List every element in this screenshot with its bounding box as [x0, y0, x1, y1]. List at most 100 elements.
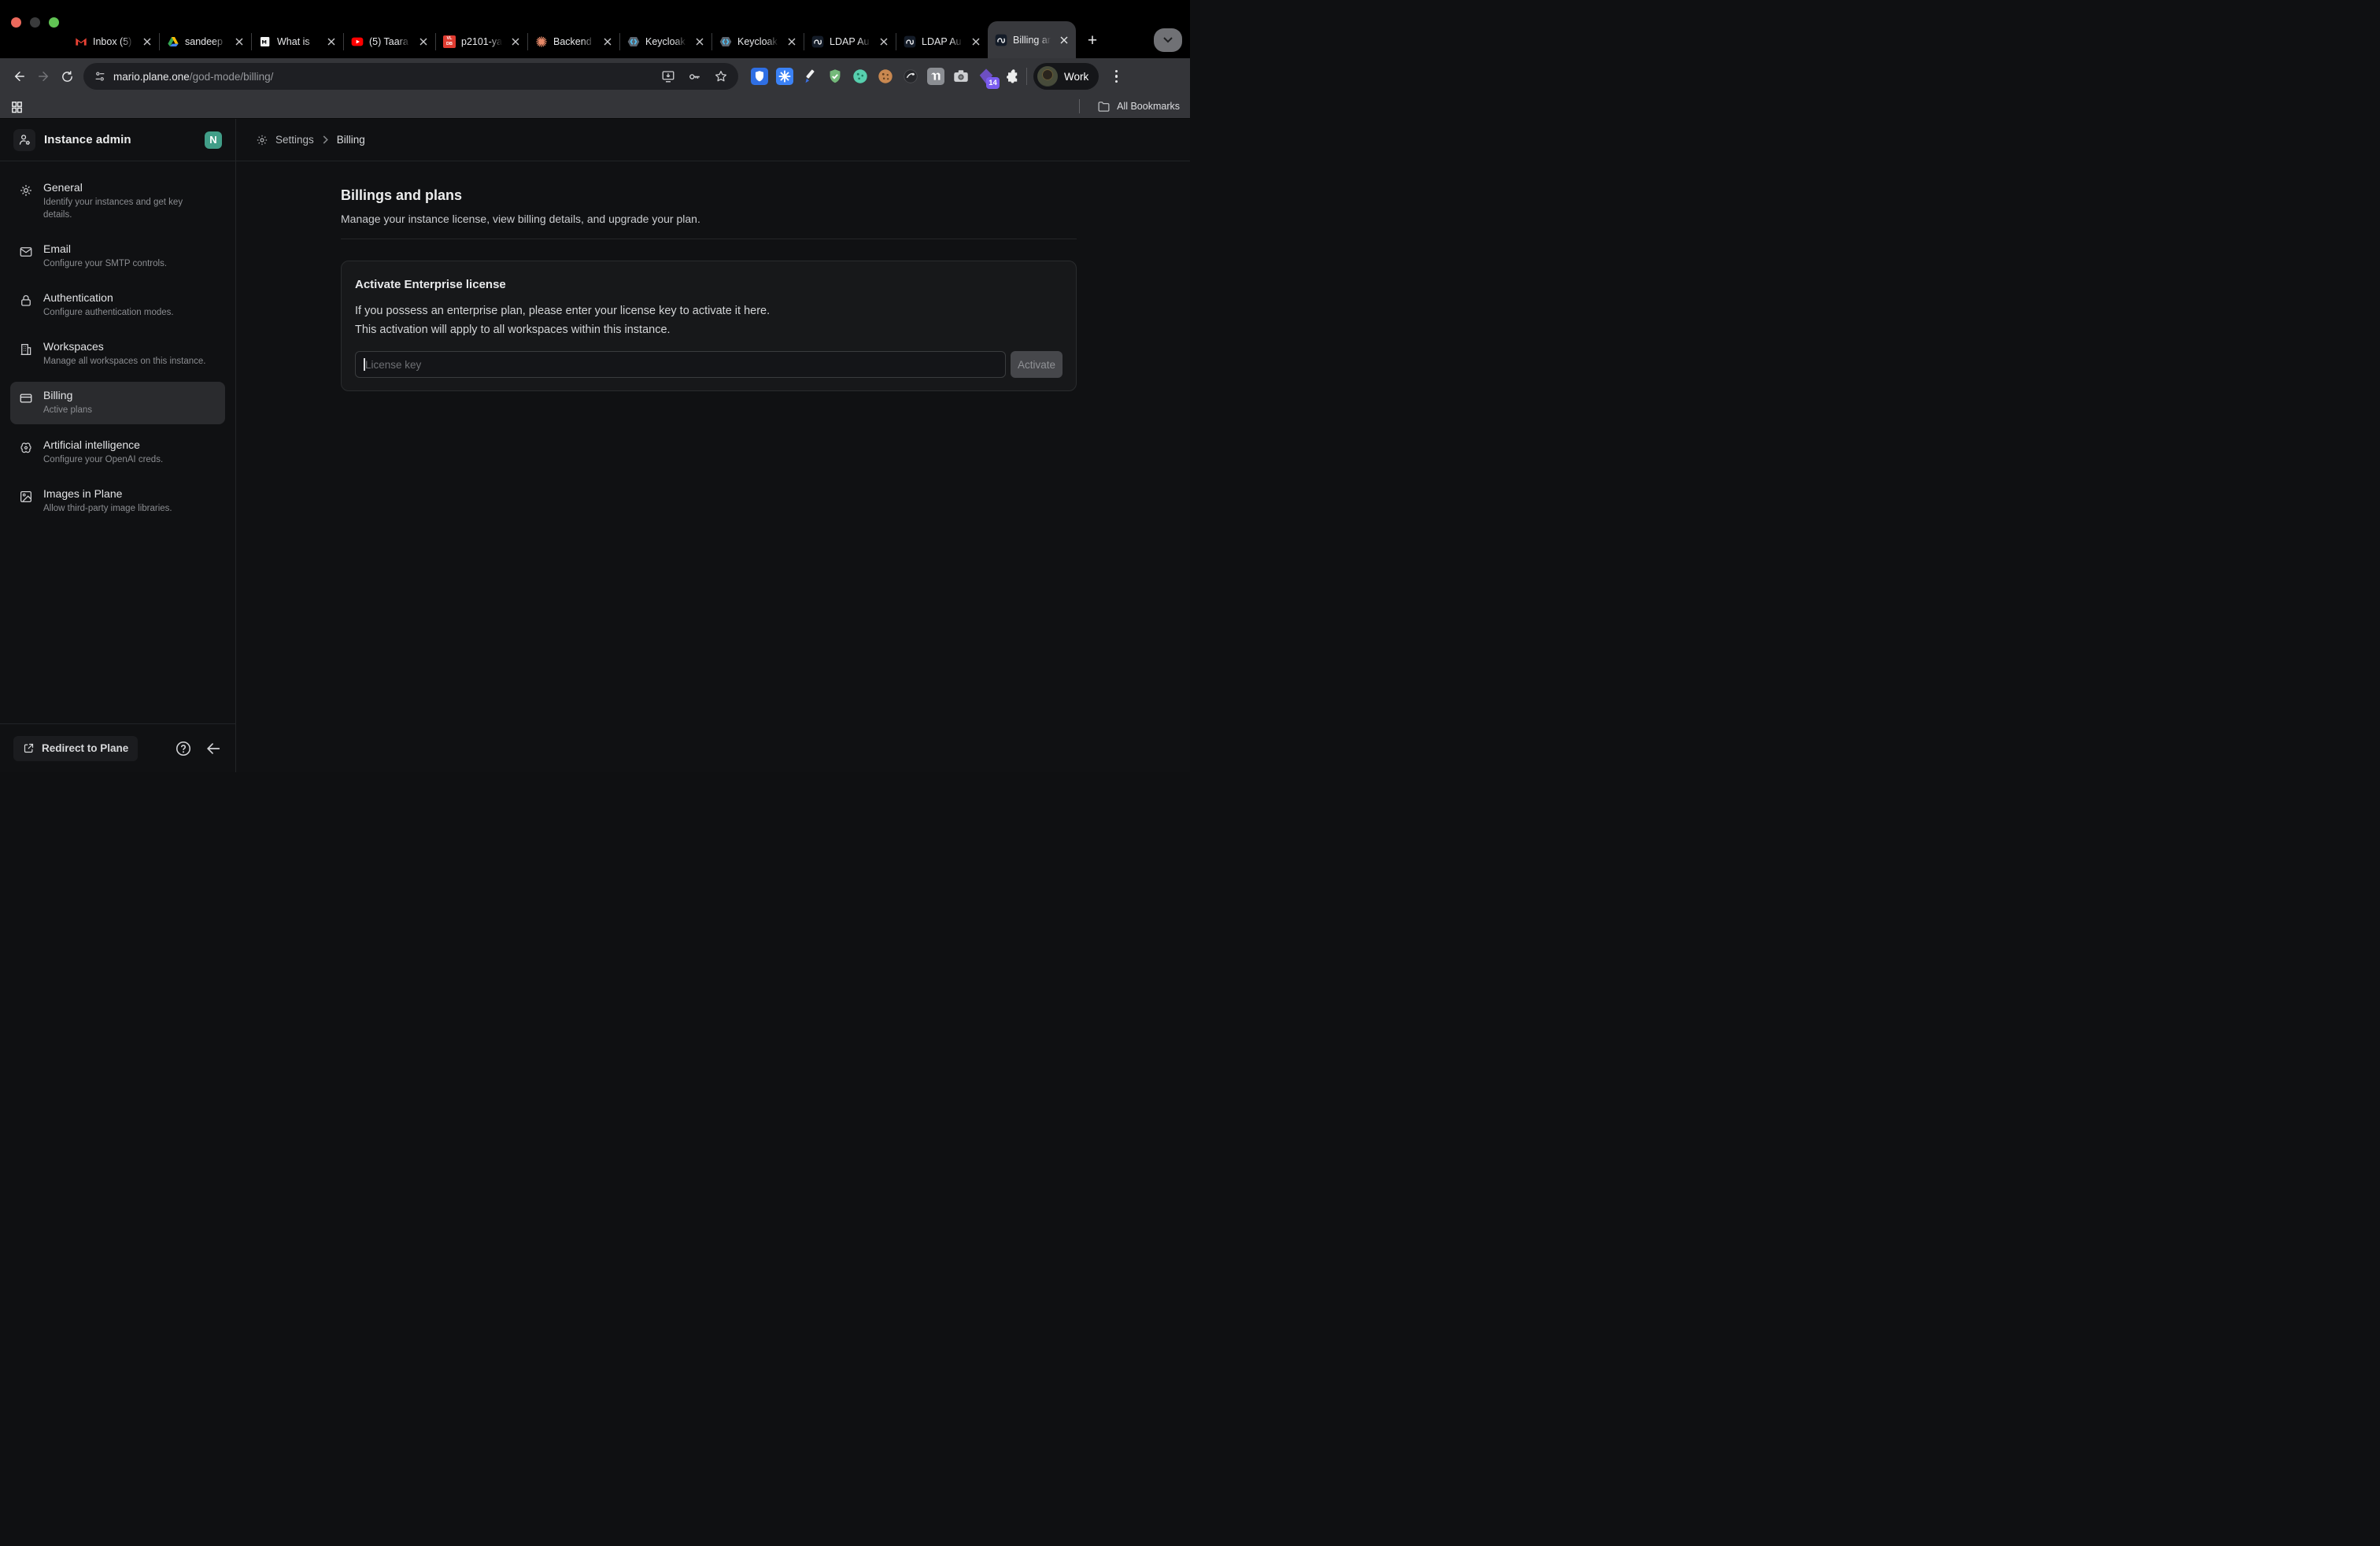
cookie-extension-icon[interactable]: [876, 68, 894, 86]
license-key-input[interactable]: [355, 351, 1006, 378]
url-text[interactable]: mario.plane.one/god-mode/billing/: [113, 71, 273, 83]
sidebar-item-images-in-plane[interactable]: Images in Plane Allow third-party image …: [10, 480, 225, 522]
teal-cookie-extension-icon[interactable]: [851, 68, 869, 86]
lock-icon: [19, 291, 33, 319]
sidebar-item-workspaces[interactable]: Workspaces Manage all workspaces on this…: [10, 333, 225, 375]
sidebar-item-label: Artificial intelligence: [43, 438, 163, 451]
new-tab-button[interactable]: +: [1081, 28, 1104, 54]
sidebar-item-email[interactable]: Email Configure your SMTP controls.: [10, 235, 225, 277]
tab-label: What is: [277, 36, 320, 47]
sidebar-item-desc: Manage all workspaces on this instance.: [43, 355, 205, 368]
tab-keycloak-1[interactable]: Keycloak: [620, 25, 711, 58]
sidebar-item-desc: Configure your OpenAI creds.: [43, 453, 163, 466]
help-icon[interactable]: [175, 740, 192, 757]
user-avatar-badge[interactable]: N: [205, 131, 222, 149]
tab-youtube[interactable]: (5) Taara: [344, 25, 435, 58]
chevron-down-icon: [1163, 37, 1173, 43]
sidebar-item-billing[interactable]: Billing Active plans: [10, 382, 225, 423]
close-tab-icon[interactable]: [785, 35, 798, 48]
close-tab-icon[interactable]: [601, 35, 614, 48]
back-button[interactable]: [8, 65, 31, 88]
tab-ldap-1[interactable]: LDAP Au: [804, 25, 896, 58]
tab-billing-active[interactable]: Billing an: [988, 21, 1076, 58]
collapse-sidebar-arrow-icon[interactable]: [205, 740, 222, 757]
sidebar-item-artificial-intelligence[interactable]: Artificial intelligence Configure your O…: [10, 431, 225, 473]
plane-logo-favicon: [811, 35, 824, 48]
tab-label: (5) Taara: [369, 36, 412, 47]
bookmarks-divider: [1079, 99, 1080, 113]
password-key-icon[interactable]: [687, 69, 702, 84]
close-window-button[interactable]: [11, 17, 21, 28]
arrow-right-icon: [36, 69, 50, 83]
snowflake-extension-icon[interactable]: [775, 68, 793, 86]
close-tab-icon[interactable]: [417, 35, 430, 48]
extension-badge: 14: [986, 77, 1000, 89]
purple-badge-extension-icon[interactable]: 14: [977, 68, 995, 86]
bookmark-star-icon[interactable]: [714, 69, 728, 83]
tab-vldb-paper[interactable]: VLDB p2101-ya: [436, 25, 527, 58]
card-line-2: This activation will apply to all worksp…: [355, 320, 1062, 339]
all-bookmarks-button[interactable]: All Bookmarks: [1079, 99, 1180, 113]
camera-extension-icon[interactable]: [952, 68, 970, 86]
sidebar-item-desc: Active plans: [43, 404, 92, 416]
profile-chip[interactable]: Work: [1033, 63, 1099, 90]
reload-button[interactable]: [55, 65, 79, 88]
extensions-puzzle-icon[interactable]: [1002, 68, 1020, 86]
toolbar-divider: [1026, 68, 1027, 85]
tab-ldap-2[interactable]: LDAP Au: [896, 25, 988, 58]
redirect-label: Redirect to Plane: [42, 742, 128, 754]
site-settings-icon[interactable]: [94, 70, 106, 83]
close-tab-icon[interactable]: [141, 35, 153, 48]
close-tab-icon[interactable]: [509, 35, 522, 48]
minimize-window-button[interactable]: [30, 17, 40, 28]
m-letter-extension-icon[interactable]: [926, 68, 944, 86]
card-title: Activate Enterprise license: [355, 278, 1062, 291]
close-tab-icon[interactable]: [693, 35, 706, 48]
sidebar-item-authentication[interactable]: Authentication Configure authentication …: [10, 284, 225, 326]
address-bar[interactable]: mario.plane.one/god-mode/billing/: [83, 63, 738, 90]
bitwarden-extension-icon[interactable]: [750, 68, 768, 86]
close-tab-icon[interactable]: [970, 35, 982, 48]
breadcrumb-settings[interactable]: Settings: [275, 134, 314, 146]
chevron-right-icon: [321, 135, 330, 144]
close-tab-icon[interactable]: [233, 35, 246, 48]
dark-orbit-extension-icon[interactable]: [901, 68, 919, 86]
close-tab-icon[interactable]: [325, 35, 338, 48]
apps-grid-icon[interactable]: [10, 100, 24, 113]
instance-admin-button[interactable]: [13, 129, 35, 151]
redirect-to-plane-button[interactable]: Redirect to Plane: [13, 736, 138, 761]
install-app-icon[interactable]: [661, 69, 675, 83]
pen-extension-icon[interactable]: [800, 68, 819, 86]
browser-menu-button[interactable]: [1107, 70, 1125, 83]
sidebar-item-label: General: [43, 181, 209, 194]
close-tab-icon[interactable]: [1058, 34, 1070, 46]
tab-search-button[interactable]: [1154, 28, 1182, 52]
tab-label: sandeep: [185, 36, 227, 47]
plane-admin-app: Instance admin N General Identify your i…: [0, 119, 1190, 772]
arrow-left-icon: [13, 69, 27, 83]
profile-avatar: [1037, 66, 1058, 87]
card-line-1: If you possess an enterprise plan, pleas…: [355, 301, 1062, 320]
tab-label: LDAP Au: [922, 36, 964, 47]
sidebar-item-general[interactable]: General Identify your instances and get …: [10, 174, 225, 228]
gmail-favicon: [75, 35, 87, 48]
green-shield-extension-icon[interactable]: [826, 68, 844, 86]
fullscreen-window-button[interactable]: [49, 17, 59, 28]
tab-drive[interactable]: sandeep: [160, 25, 251, 58]
sidebar-item-desc: Configure authentication modes.: [43, 306, 174, 319]
sidebar-item-desc: Allow third-party image libraries.: [43, 502, 172, 515]
sidebar-header: Instance admin N: [0, 119, 235, 161]
close-tab-icon[interactable]: [878, 35, 890, 48]
instance-admin-title: Instance admin: [44, 133, 196, 146]
forward-button[interactable]: [31, 65, 55, 88]
tab-markdown-doc[interactable]: What is: [252, 25, 343, 58]
plane-logo-favicon: [904, 35, 916, 48]
tab-inbox[interactable]: Inbox (5): [68, 25, 159, 58]
keycloak-favicon: [719, 35, 732, 48]
activate-button[interactable]: Activate: [1011, 351, 1062, 378]
starburst-favicon: [535, 35, 548, 48]
billing-content: Billings and plans Manage your instance …: [236, 161, 1077, 391]
tab-backend[interactable]: Backend: [528, 25, 619, 58]
tab-label: Keycloak: [645, 36, 688, 47]
tab-keycloak-2[interactable]: Keycloak: [712, 25, 804, 58]
